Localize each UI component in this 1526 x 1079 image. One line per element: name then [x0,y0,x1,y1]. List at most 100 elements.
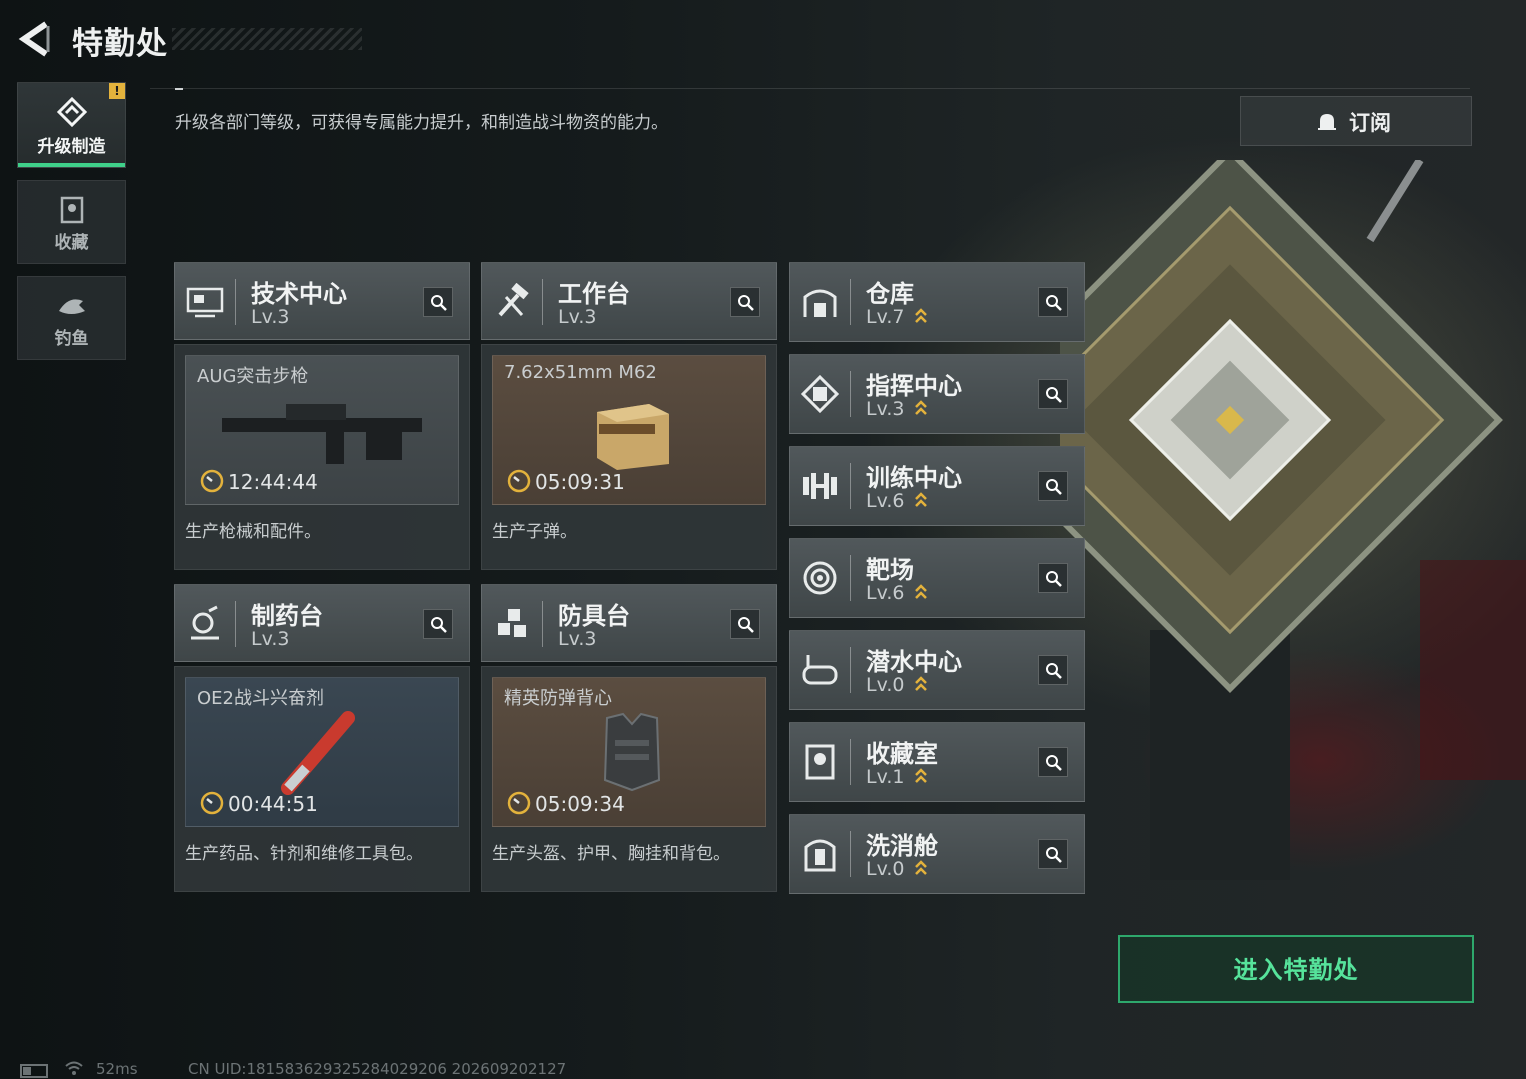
nav-item-collection[interactable]: 收藏 [17,180,126,264]
search-button[interactable] [1038,655,1068,685]
production-description: 生产药品、针剂和维修工具包。 [185,844,423,864]
production-panel-armor[interactable]: 精英防弹背心 05:09:34 生产头盔、护甲、胸挂和背包。 [481,666,777,892]
facility-decon-chamber[interactable]: 洗消舱 Lv.0 [789,814,1085,894]
timer-icon [200,791,224,815]
facility-diving-center[interactable]: 潜水中心 Lv.0 [789,630,1085,710]
collection-icon [60,196,84,224]
timer-icon [200,469,224,493]
separator [850,555,851,601]
facility-warehouse[interactable]: 仓库 Lv.7 [789,262,1085,342]
bell-icon [1318,114,1336,130]
facility-armor-bench[interactable]: 防具台 Lv.3 [481,584,777,662]
search-button[interactable] [423,287,453,317]
production-panel-tech[interactable]: AUG突击步枪 12:44:44 生产枪械和配件。 [174,344,470,570]
subscribe-label: 订阅 [1349,111,1391,135]
facility-name: 工作台 [558,280,630,308]
production-timer: 12:44:44 [228,470,318,494]
facility-name: 制药台 [251,602,323,630]
page-title: 特勤处 [72,26,168,62]
facility-level: Lv.6 [866,582,905,604]
production-timer: 00:44:51 [228,792,318,816]
search-button[interactable] [1038,747,1068,777]
timer-icon [507,469,531,493]
search-icon [1046,847,1062,863]
separator [542,601,543,647]
facility-command-center[interactable]: 指挥中心 Lv.3 [789,354,1085,434]
facility-level: Lv.6 [866,490,905,512]
upgrade-chevron-icon [915,860,927,875]
facility-level: Lv.1 [866,766,905,788]
search-icon [1046,387,1062,403]
search-icon [738,617,754,633]
nav-item-label: 收藏 [54,233,89,253]
search-button[interactable] [1038,287,1068,317]
separator [850,647,851,693]
production-description: 生产头盔、护甲、胸挂和背包。 [492,844,730,864]
upgrade-chevron-icon [915,676,927,691]
production-item-name: 7.62x51mm M62 [504,362,657,383]
facility-name: 仓库 [866,280,914,308]
decon-chamber-icon [804,839,836,872]
search-icon [1046,663,1062,679]
search-button[interactable] [730,287,760,317]
production-slot[interactable]: 精英防弹背心 05:09:34 [492,677,766,827]
search-button[interactable] [1038,563,1068,593]
facility-level: Lv.0 [866,858,905,880]
search-icon [431,617,447,633]
separator [850,279,851,325]
fish-icon [59,299,85,314]
production-item-name: OE2战斗兴奋剂 [197,688,324,709]
upgrade-chevron-icon [915,400,927,415]
subscribe-button[interactable]: 订阅 [1240,96,1472,146]
stimulant-injector-image [281,711,355,795]
nav-item-label: 升级制造 [37,137,106,157]
facility-name: 技术中心 [251,280,347,308]
ping-readout: 52ms [96,1060,138,1078]
separator [850,739,851,785]
search-icon [1046,479,1062,495]
production-description: 生产子弹。 [492,522,577,542]
facility-shooting-range[interactable]: 靶场 Lv.6 [789,538,1085,618]
tech-center-icon [186,287,224,318]
battery-icon [20,1064,48,1078]
back-arrow-icon[interactable] [18,20,52,58]
facility-tech-center[interactable]: 技术中心 Lv.3 [174,262,470,340]
search-button[interactable] [1038,471,1068,501]
production-slot[interactable]: AUG突击步枪 12:44:44 [185,355,459,505]
warehouse-icon [803,289,837,317]
search-button[interactable] [1038,839,1068,869]
upgrade-chevron-icon [915,584,927,599]
nav-item-fishing[interactable]: 钓鱼 [17,276,126,360]
facility-level: Lv.3 [558,306,597,328]
title-decor [172,28,362,50]
active-indicator [18,163,125,167]
production-slot[interactable]: OE2战斗兴奋剂 00:44:51 [185,677,459,827]
facility-pharmacy[interactable]: 制药台 Lv.3 [174,584,470,662]
production-slot[interactable]: 7.62x51mm M62 05:09:31 [492,355,766,505]
search-icon [431,295,447,311]
facility-workbench[interactable]: 工作台 Lv.3 [481,262,777,340]
search-icon [1046,755,1062,771]
production-panel-pharmacy[interactable]: OE2战斗兴奋剂 00:44:51 生产药品、针剂和维修工具包。 [174,666,470,892]
enter-special-ops-button[interactable]: 进入特勤处 [1118,935,1474,1003]
search-button[interactable] [730,609,760,639]
facility-level: Lv.0 [866,674,905,696]
header-divider [150,88,1470,89]
search-button[interactable] [423,609,453,639]
facility-name: 训练中心 [866,464,962,492]
timer-icon [507,791,531,815]
rifle-image [222,404,422,464]
separator [235,601,236,647]
search-icon [1046,571,1062,587]
facility-level: Lv.3 [251,306,290,328]
separator [542,279,543,325]
production-panel-workbench[interactable]: 7.62x51mm M62 05:09:31 生产子弹。 [481,344,777,570]
nav-item-upgrade[interactable]: ! 升级制造 [17,82,126,168]
facility-level: Lv.3 [558,628,597,650]
upgrade-chevron-icon [915,768,927,783]
facility-training-center[interactable]: 训练中心 Lv.6 [789,446,1085,526]
facility-cube-artwork [1060,160,1526,880]
facility-collection-room[interactable]: 收藏室 Lv.1 [789,722,1085,802]
search-button[interactable] [1038,379,1068,409]
separator [235,279,236,325]
